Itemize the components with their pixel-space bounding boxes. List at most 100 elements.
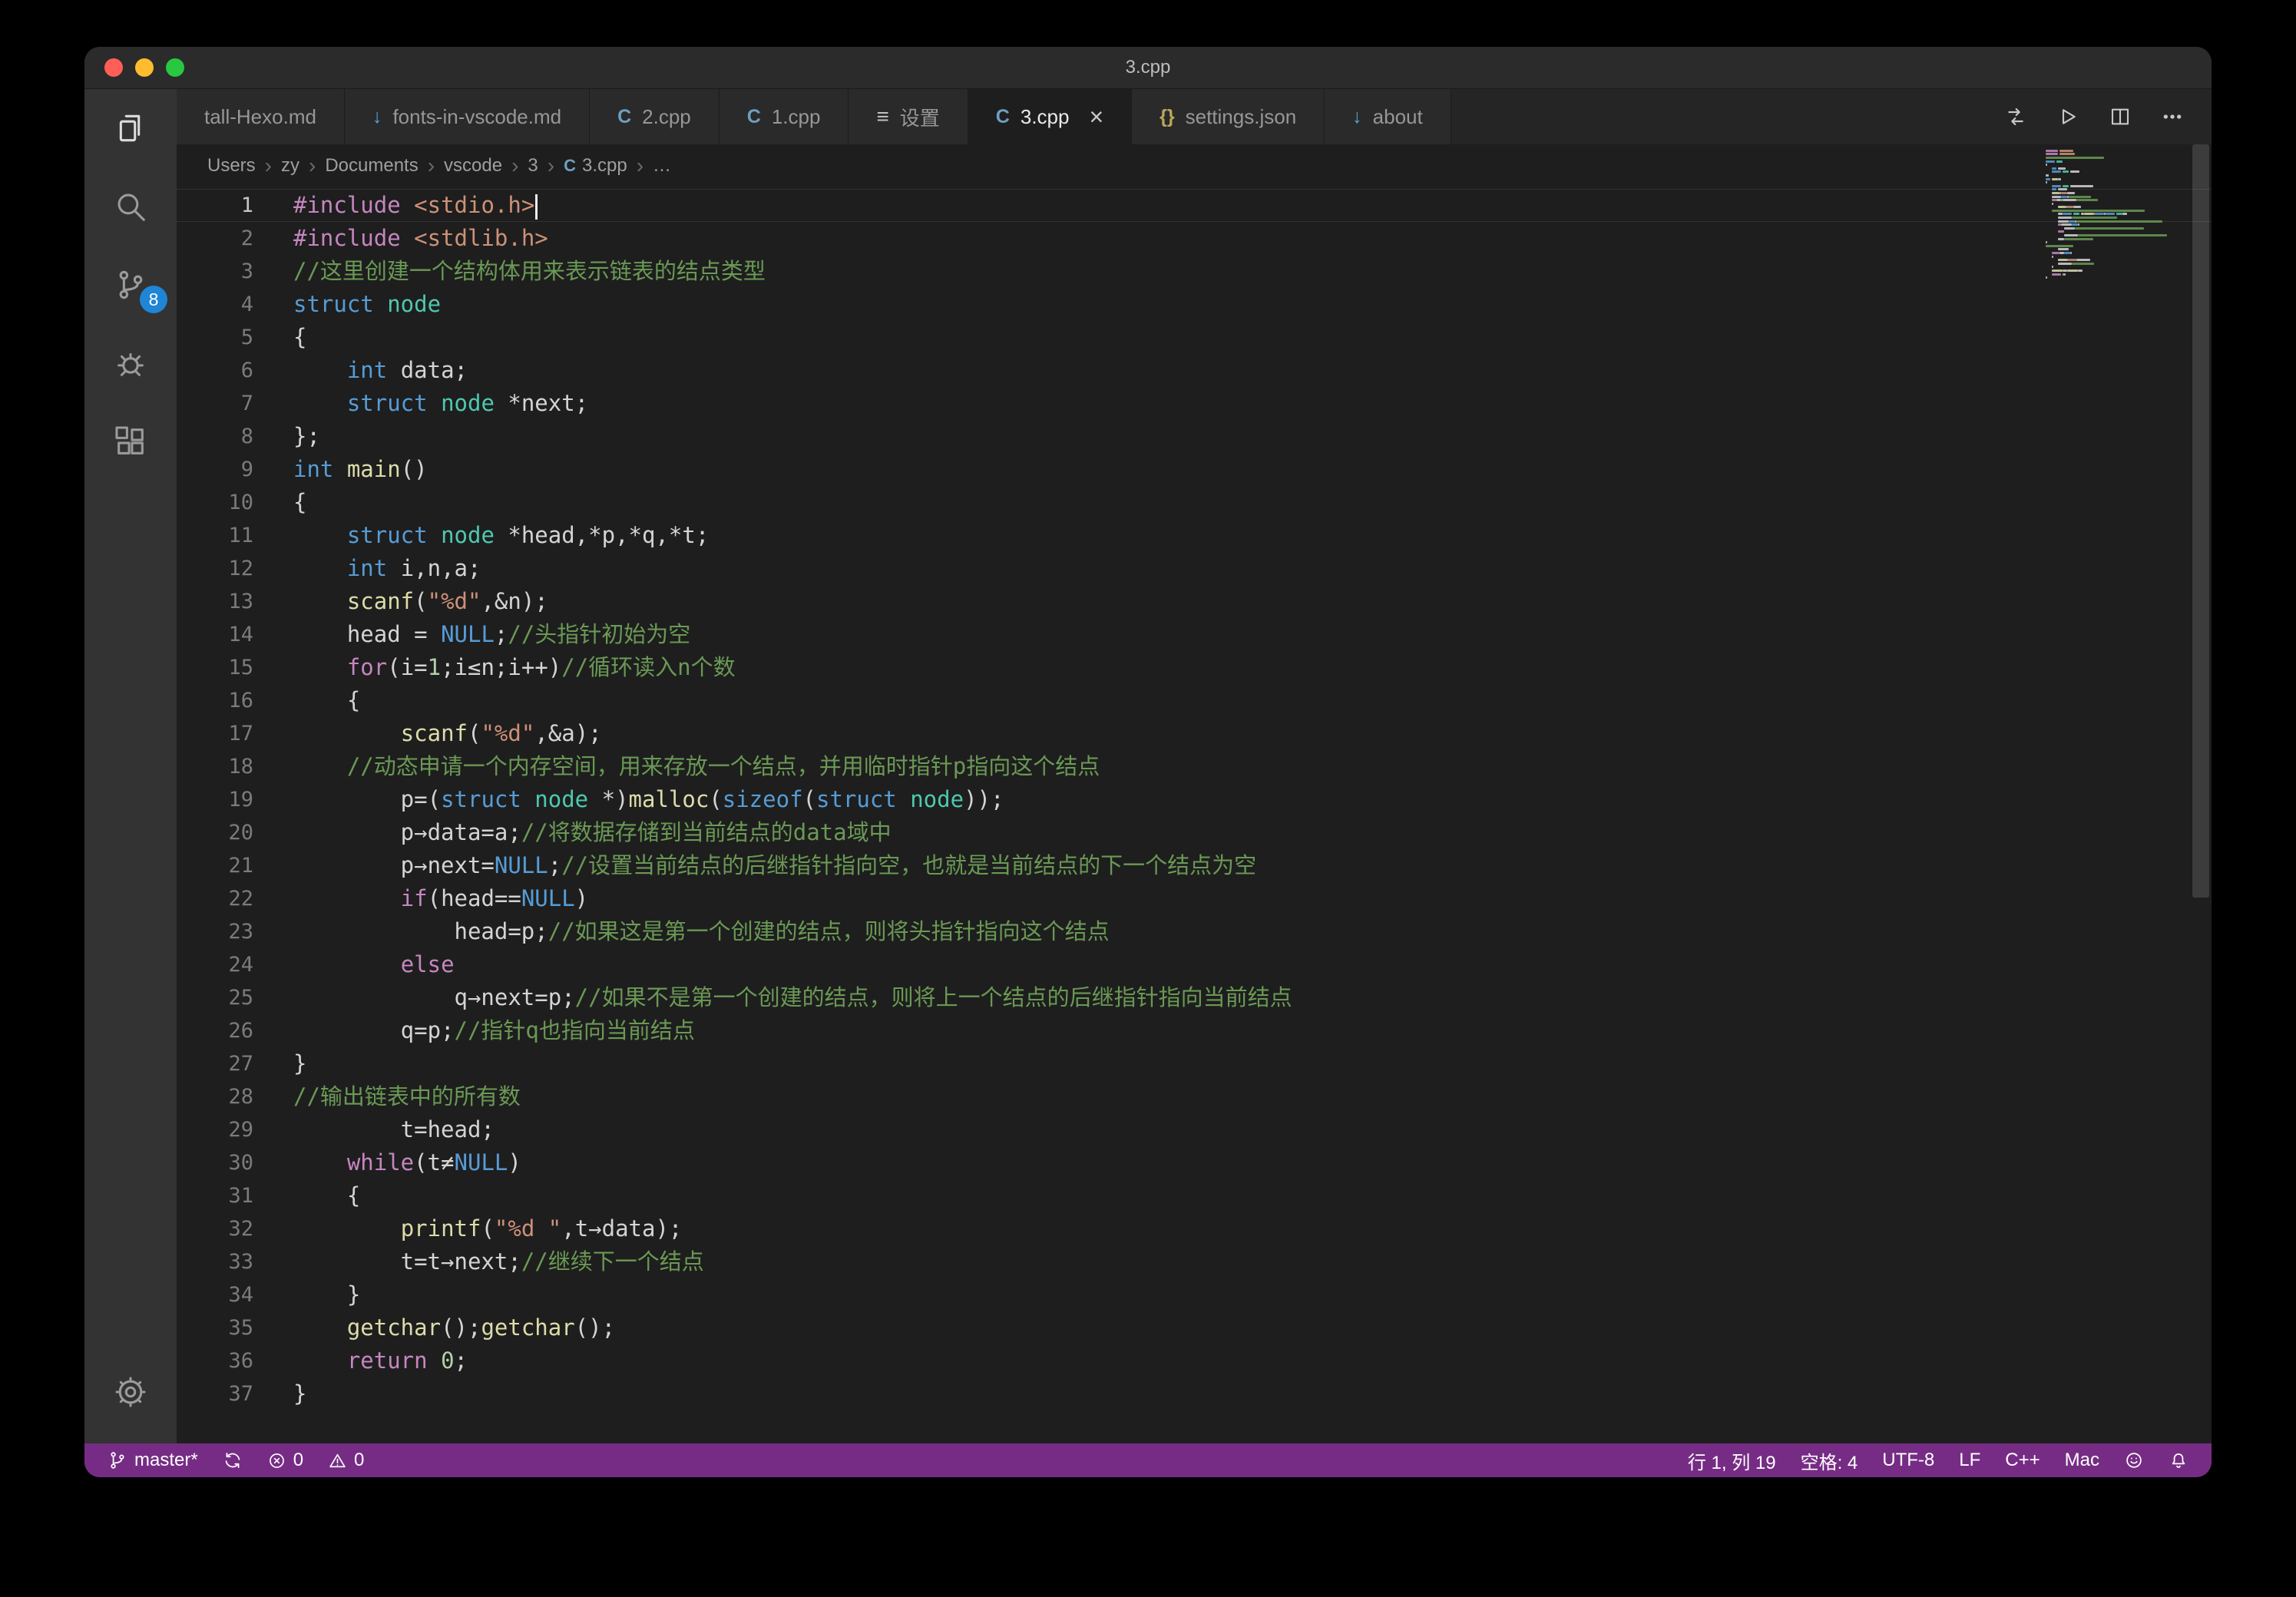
code-line-11[interactable]: 11 struct node *head,*p,*q,*t; xyxy=(177,519,2212,552)
tab-label: tall-Hexo.md xyxy=(204,105,316,129)
tab-tall-Hexo.md[interactable]: tall-Hexo.md xyxy=(177,89,345,144)
code-line-35[interactable]: 35 getchar();getchar(); xyxy=(177,1311,2212,1344)
code-line-18[interactable]: 18 //动态申请一个内存空间，用来存放一个结点，并用临时指针p指向这个结点 xyxy=(177,750,2212,783)
code-line-21[interactable]: 21 p→next=NULL;//设置当前结点的后继指针指向空，也就是当前结点的… xyxy=(177,849,2212,882)
code-line-33[interactable]: 33 t=t→next;//继续下一个结点 xyxy=(177,1245,2212,1278)
line-number: 13 xyxy=(177,585,293,618)
more-actions-button[interactable] xyxy=(2150,94,2195,139)
code-editor[interactable]: 1#include <stdio.h>2#include <stdlib.h>3… xyxy=(177,187,2212,1443)
titlebar[interactable]: 3.cpp xyxy=(84,47,2212,89)
code-line-8[interactable]: 8}; xyxy=(177,420,2212,453)
code-line-27[interactable]: 27} xyxy=(177,1047,2212,1080)
status-error-count[interactable]: 0 xyxy=(267,1450,303,1471)
status-cursor-position[interactable]: 行 1, 列 19 xyxy=(1688,1447,1776,1474)
code-line-36[interactable]: 36 return 0; xyxy=(177,1344,2212,1377)
code-line-17[interactable]: 17 scanf("%d",&a); xyxy=(177,717,2212,750)
code-line-3[interactable]: 3//这里创建一个结构体用来表示链表的结点类型 xyxy=(177,255,2212,288)
line-number: 18 xyxy=(177,750,293,783)
line-number: 24 xyxy=(177,948,293,981)
line-number: 26 xyxy=(177,1014,293,1047)
activity-item-manage[interactable] xyxy=(84,1353,177,1431)
code-line-9[interactable]: 9int main() xyxy=(177,453,2212,486)
tab-settings.json[interactable]: {}settings.json xyxy=(1132,89,1325,144)
code-line-32[interactable]: 32 printf("%d ",t→data); xyxy=(177,1212,2212,1245)
line-number: 29 xyxy=(177,1113,293,1146)
close-window-button[interactable] xyxy=(104,58,123,77)
zoom-window-button[interactable] xyxy=(166,58,184,77)
breadcrumb-item-Users[interactable]: Users xyxy=(207,155,256,177)
status-warning-count[interactable]: 0 xyxy=(328,1450,364,1471)
open-changes-button[interactable] xyxy=(1993,94,2038,139)
code-line-1[interactable]: 1#include <stdio.h> xyxy=(177,189,2212,222)
breadcrumb-item-zy[interactable]: zy xyxy=(281,155,299,177)
status-eol-sequence[interactable]: LF xyxy=(1959,1450,1980,1471)
tab-1.cpp[interactable]: C1.cpp xyxy=(720,89,849,144)
code-line-6[interactable]: 6 int data; xyxy=(177,354,2212,387)
breadcrumb-item-3.cpp[interactable]: C3.cpp xyxy=(564,155,627,177)
breadcrumb-item-3[interactable]: 3 xyxy=(528,155,538,177)
status-sync-changes[interactable] xyxy=(223,1450,243,1470)
code-line-22[interactable]: 22 if(head==NULL) xyxy=(177,882,2212,915)
code-line-14[interactable]: 14 head = NULL;//头指针初始为空 xyxy=(177,618,2212,651)
activity-bar: 8 xyxy=(84,89,177,1443)
chevron-right-icon: › xyxy=(265,154,272,178)
line-number: 10 xyxy=(177,486,293,519)
code-line-7[interactable]: 7 struct node *next; xyxy=(177,387,2212,420)
code-line-24[interactable]: 24 else xyxy=(177,948,2212,981)
status-indentation[interactable]: 空格: 4 xyxy=(1801,1447,1858,1474)
split-editor-button[interactable] xyxy=(2098,94,2142,139)
scrollbar-thumb[interactable] xyxy=(2192,144,2209,898)
run-file-button[interactable] xyxy=(2046,94,2090,139)
tab-label: fonts-in-vscode.md xyxy=(392,105,561,129)
line-number: 23 xyxy=(177,915,293,948)
code-line-15[interactable]: 15 for(i=1;i≤n;i++)//循环读入n个数 xyxy=(177,651,2212,684)
code-line-10[interactable]: 10{ xyxy=(177,486,2212,519)
activity-item-run-and-debug[interactable] xyxy=(84,324,177,402)
breadcrumb-item-…[interactable]: … xyxy=(653,155,671,177)
activity-item-search[interactable] xyxy=(84,167,177,246)
tab-fonts-in-vscode.md[interactable]: ↓fonts-in-vscode.md xyxy=(345,89,590,144)
code-line-26[interactable]: 26 q=p;//指针q也指向当前结点 xyxy=(177,1014,2212,1047)
code-line-25[interactable]: 25 q→next=p;//如果不是第一个创建的结点，则将上一个结点的后继指针指… xyxy=(177,981,2212,1014)
error-icon xyxy=(267,1451,286,1470)
activity-item-extensions[interactable] xyxy=(84,402,177,481)
code-line-30[interactable]: 30 while(t≠NULL) xyxy=(177,1146,2212,1179)
status-language-mode[interactable]: C++ xyxy=(2005,1450,2040,1471)
status-encoding[interactable]: UTF-8 xyxy=(1882,1450,1934,1471)
tab-设置[interactable]: ≡设置 xyxy=(849,89,968,144)
code-line-13[interactable]: 13 scanf("%d",&n); xyxy=(177,585,2212,618)
line-number: 32 xyxy=(177,1212,293,1245)
minimap[interactable] xyxy=(2046,149,2182,279)
editor-scrollbar[interactable] xyxy=(2190,144,2212,1443)
code-line-20[interactable]: 20 p→data=a;//将数据存储到当前结点的data域中 xyxy=(177,816,2212,849)
code-line-29[interactable]: 29 t=head; xyxy=(177,1113,2212,1146)
code-line-19[interactable]: 19 p=(struct node *)malloc(sizeof(struct… xyxy=(177,783,2212,816)
breadcrumb-item-Documents[interactable]: Documents xyxy=(325,155,418,177)
activity-item-explorer[interactable] xyxy=(84,89,177,167)
tab-label: 3.cpp xyxy=(1021,105,1070,129)
close-tab-icon[interactable]: × xyxy=(1089,104,1103,129)
status-notifications[interactable] xyxy=(2169,1450,2188,1470)
tab-3.cpp[interactable]: C3.cpp× xyxy=(968,89,1132,144)
status-branch-indicator[interactable]: master* xyxy=(108,1450,198,1471)
code-line-16[interactable]: 16 { xyxy=(177,684,2212,717)
tab-about[interactable]: ↓about xyxy=(1325,89,1451,144)
code-line-2[interactable]: 2#include <stdlib.h> xyxy=(177,222,2212,255)
minimize-window-button[interactable] xyxy=(135,58,154,77)
code-line-34[interactable]: 34 } xyxy=(177,1278,2212,1311)
breadcrumb-item-vscode[interactable]: vscode xyxy=(444,155,502,177)
status-feedback[interactable] xyxy=(2124,1450,2144,1470)
code-line-23[interactable]: 23 head=p;//如果这是第一个创建的结点，则将头指针指向这个结点 xyxy=(177,915,2212,948)
chevron-right-icon: › xyxy=(428,154,435,178)
tab-2.cpp[interactable]: C2.cpp xyxy=(590,89,720,144)
status-keymap-indicator[interactable]: Mac xyxy=(2065,1450,2099,1471)
code-line-4[interactable]: 4struct node xyxy=(177,288,2212,321)
code-line-28[interactable]: 28//输出链表中的所有数 xyxy=(177,1080,2212,1113)
code-line-5[interactable]: 5{ xyxy=(177,321,2212,354)
code-line-37[interactable]: 37} xyxy=(177,1377,2212,1410)
code-line-31[interactable]: 31 { xyxy=(177,1179,2212,1212)
activity-item-source-control[interactable]: 8 xyxy=(84,246,177,324)
code-line-12[interactable]: 12 int i,n,a; xyxy=(177,552,2212,585)
json-file-icon: {} xyxy=(1160,106,1174,128)
line-number: 35 xyxy=(177,1311,293,1344)
